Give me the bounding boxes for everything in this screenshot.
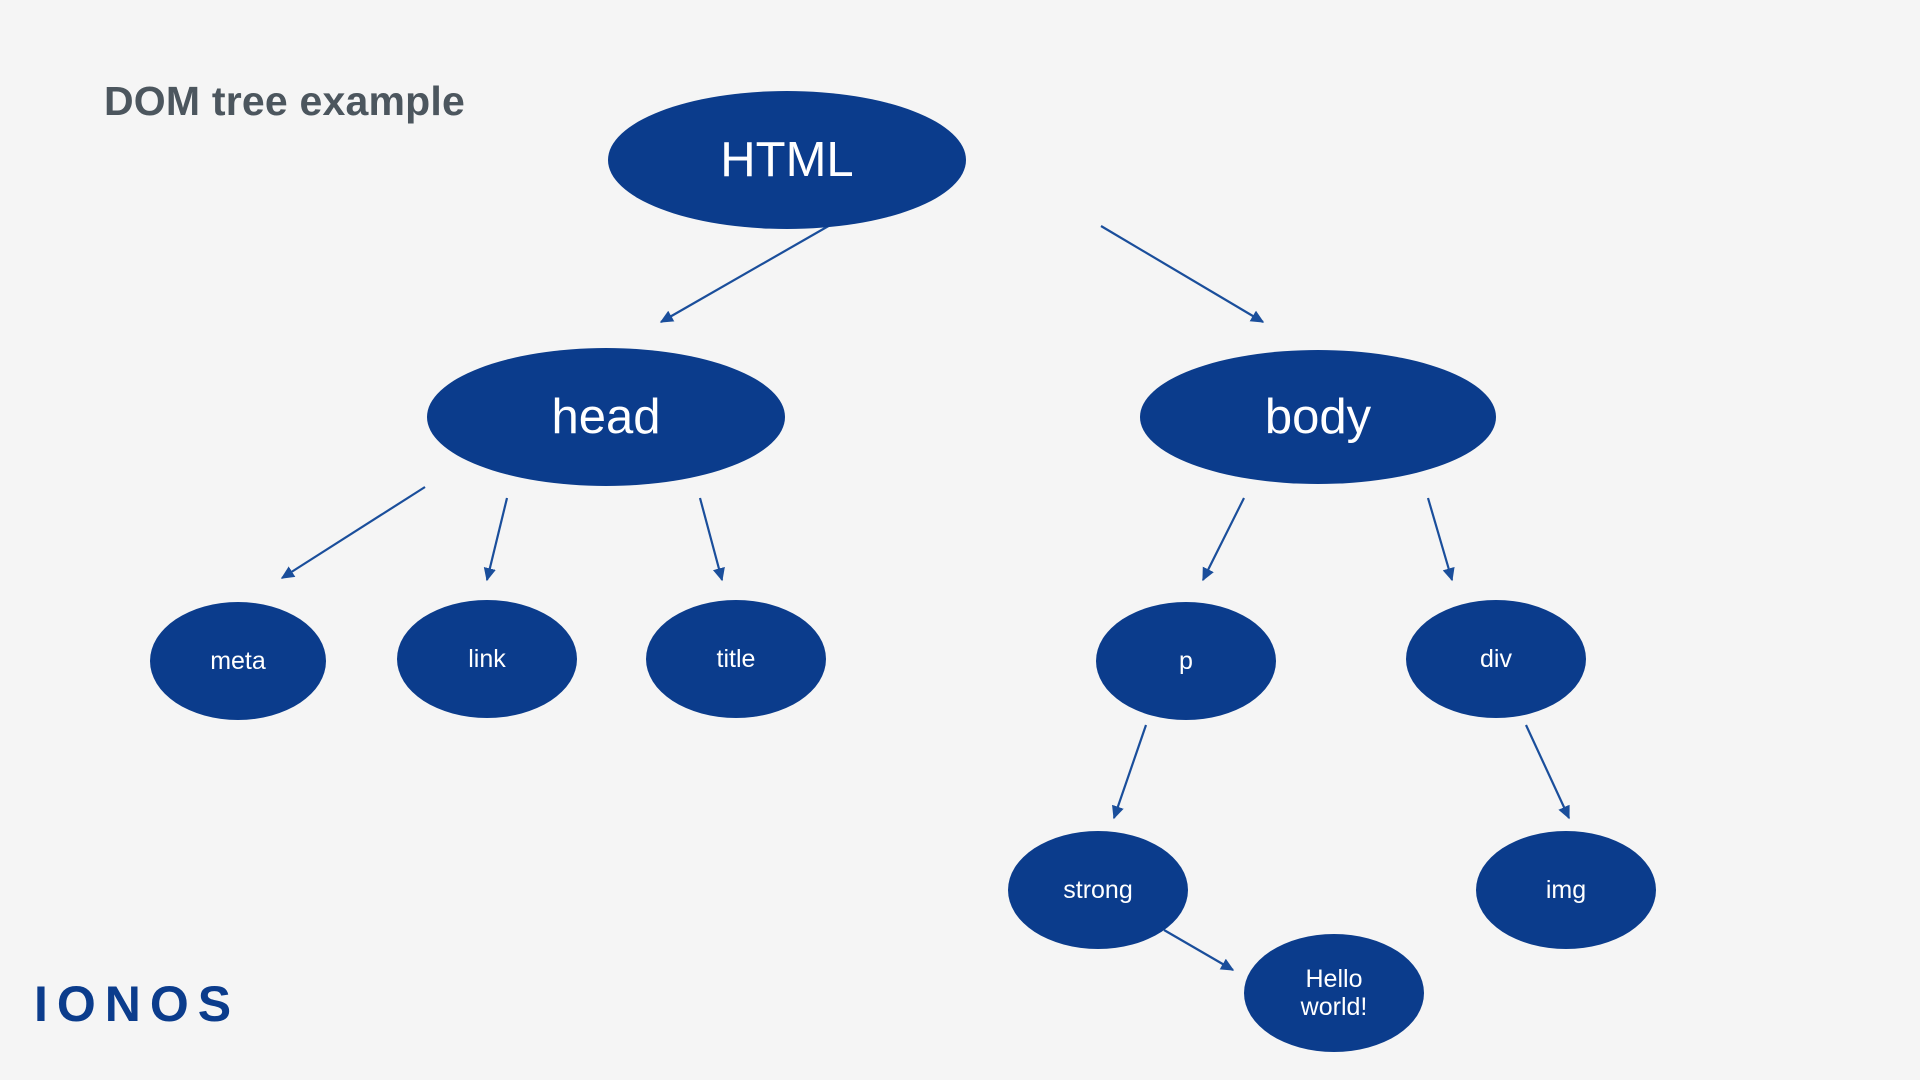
- tree-node-hello[interactable]: Hello world!: [1244, 934, 1424, 1052]
- edge-body-to-div: [1426, 497, 1455, 582]
- tree-node-label: title: [716, 645, 756, 673]
- ionos-logo: IONOS: [34, 976, 241, 1032]
- tree-edges: [280, 223, 1570, 971]
- tree-node-p[interactable]: p: [1096, 602, 1276, 720]
- tree-node-div[interactable]: div: [1406, 600, 1586, 718]
- tree-node-strong[interactable]: strong: [1008, 831, 1188, 949]
- tree-node-label: link: [468, 645, 506, 673]
- tree-node-label: div: [1480, 645, 1512, 673]
- edge-body-to-p: [1202, 497, 1245, 582]
- tree-node-label: img: [1545, 876, 1587, 904]
- tree-node-body[interactable]: body: [1140, 350, 1496, 484]
- edge-head-to-link: [483, 497, 509, 582]
- tree-node-label: meta: [210, 647, 266, 675]
- tree-node-title[interactable]: title: [646, 600, 826, 718]
- tree-node-label: p: [1179, 647, 1193, 675]
- edge-strong-to-hello: [1163, 929, 1235, 971]
- edge-html-to-body: [1100, 225, 1265, 323]
- edge-p-to-strong: [1112, 724, 1148, 820]
- tree-node-head[interactable]: head: [427, 348, 785, 486]
- tree-node-link[interactable]: link: [397, 600, 577, 718]
- tree-node-meta[interactable]: meta: [150, 602, 326, 720]
- tree-node-label: HTML: [720, 132, 854, 187]
- tree-node-label: Hello world!: [1300, 965, 1368, 1021]
- edge-head-to-meta: [280, 486, 426, 579]
- tree-node-img[interactable]: img: [1476, 831, 1656, 949]
- tree-node-label: body: [1264, 389, 1372, 444]
- edge-head-to-title: [698, 497, 725, 582]
- edge-div-to-img: [1525, 724, 1570, 820]
- diagram-canvas: DOM tree example HTML head body meta link tit…: [0, 0, 1920, 1080]
- edge-html-to-head: [659, 223, 833, 323]
- tree-node-label: strong: [1063, 876, 1133, 904]
- page-title: DOM tree example: [104, 78, 465, 124]
- tree-node-html[interactable]: HTML: [608, 91, 966, 229]
- tree-node-label: head: [551, 389, 661, 444]
